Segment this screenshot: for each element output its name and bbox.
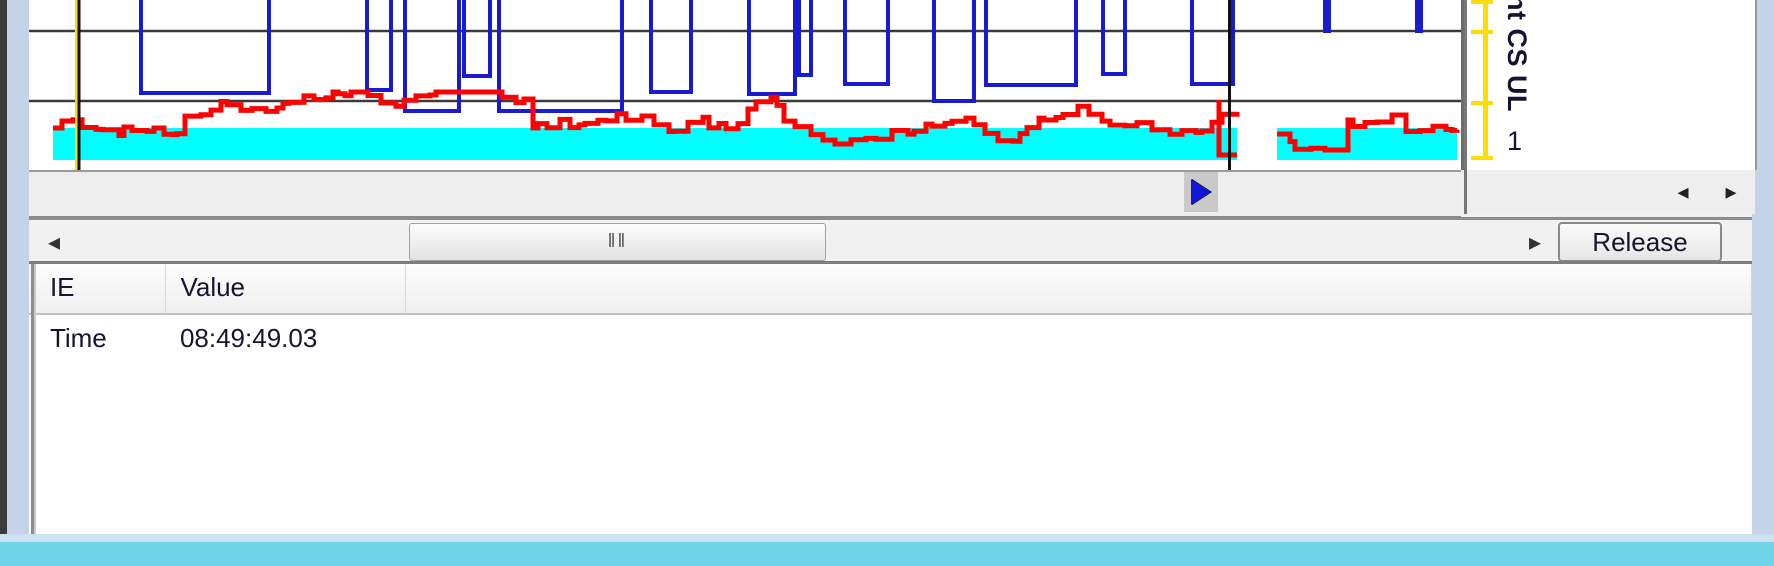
- cell-value: 08:49:49.03: [179, 323, 318, 353]
- scroll-left-arrow[interactable]: ◂: [29, 228, 79, 257]
- release-button[interactable]: Release: [1558, 222, 1722, 262]
- time-col-value[interactable]: Value: [165, 264, 407, 315]
- window-left-gutter: [7, 0, 29, 542]
- chart-horizontal-scrollbar[interactable]: [29, 170, 1461, 219]
- axis-tick-label-1: 1: [1507, 126, 1523, 156]
- window-left-edge: [0, 0, 7, 542]
- time-col-ie[interactable]: IE: [35, 264, 167, 315]
- table-row[interactable]: Time 08:49:49.03: [36, 314, 1752, 362]
- chart-canvas: [29, 0, 1461, 170]
- window-bottom-strip: [0, 542, 1774, 566]
- cell-extra: [406, 314, 1752, 362]
- axis-tick-top: [1471, 0, 1493, 4]
- time-table-header-row: IE Value: [35, 264, 1753, 315]
- axis-scroll-left-arrow[interactable]: ◂: [1659, 179, 1707, 205]
- main-horizontal-scrollbar-row[interactable]: ◂ ‖‖ ▸ Release: [29, 217, 1752, 264]
- axis-scroll-right-arrow[interactable]: ▸: [1707, 179, 1755, 205]
- axis-tick-2: [1471, 101, 1493, 105]
- cell-ie: Time: [49, 323, 107, 353]
- time-table-panel: IE Value Time 08:49:49.03: [33, 264, 1753, 537]
- time-col-extra[interactable]: [405, 264, 1753, 315]
- time-table: IE Value Time 08:49:49.03: [35, 264, 1753, 362]
- play-triangle-icon: [1191, 179, 1211, 205]
- axis-tick-bottom: [1471, 156, 1493, 160]
- axis-title-cs-ul: nt CS UL: [1502, 0, 1532, 112]
- detail-tables: IE Value SC/BSIC (U)ARF... MS Current CS…: [29, 261, 1753, 537]
- scroll-right-arrow[interactable]: ▸: [1512, 228, 1558, 257]
- scrollbar-thumb[interactable]: ‖‖: [409, 223, 826, 261]
- application-window: nt CS UL 1 ◂ ▸ ◂ ‖‖ ▸ Release IE Value T…: [0, 0, 1774, 566]
- axis-panel-scrollbar[interactable]: ◂ ▸: [1464, 170, 1755, 214]
- playhead-handle[interactable]: [1184, 172, 1218, 212]
- cs-ul-axis-line: [1483, 0, 1488, 160]
- signal-chart[interactable]: [29, 0, 1464, 170]
- chart-right-axis-panel: nt CS UL 1: [1464, 0, 1757, 170]
- axis-tick-1: [1471, 30, 1493, 34]
- chart-cursor-line: [1228, 0, 1231, 170]
- scrollbar-track[interactable]: ‖‖: [79, 221, 1512, 263]
